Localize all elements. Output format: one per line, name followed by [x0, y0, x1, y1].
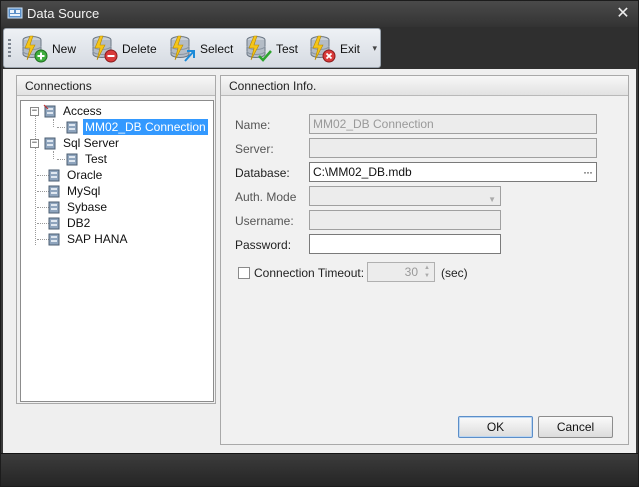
status-bar [1, 453, 638, 486]
new-button-label: New [52, 42, 77, 56]
spin-up-icon[interactable]: ▲ [422, 264, 432, 272]
connections-tree[interactable]: − Access MM02_DB Connection − Sql Server… [20, 100, 214, 402]
auth-mode-label: Auth. Mode [235, 190, 297, 204]
window-title: Data Source [27, 6, 100, 21]
data-source-window: Data Source ✕ New Delete Select Test Exi… [0, 0, 639, 487]
test-button[interactable]: Test [244, 33, 298, 65]
database-icon [44, 137, 56, 150]
toolbar: New Delete Select Test Exit ▾ [3, 28, 381, 68]
exit-button[interactable]: Exit [308, 33, 360, 65]
tree-guide [57, 159, 65, 160]
tree-guide [53, 151, 54, 159]
connection-info-header: Connection Info. [221, 76, 628, 96]
connections-header: Connections [17, 76, 215, 96]
database-field[interactable]: C:\MM02_DB.mdb ··· [309, 162, 597, 182]
database-icon [48, 185, 60, 198]
password-label: Password: [235, 238, 292, 252]
toolbar-overflow-icon[interactable]: ▾ [372, 43, 377, 54]
database-icon [48, 217, 60, 230]
password-field[interactable] [309, 234, 501, 254]
chevron-down-icon: ▼ [488, 195, 496, 204]
name-label: Name: [235, 118, 271, 132]
connections-panel: Connections − Access MM02_DB Connection … [16, 75, 216, 404]
tree-node-mm02-db-connection[interactable]: MM02_DB Connection [65, 119, 208, 135]
tree-node-db2[interactable]: DB2 [47, 215, 92, 231]
tree-node-label: Test [85, 152, 108, 166]
new-button[interactable]: New [20, 33, 76, 65]
connection-timeout-label: Connection Timeout: [254, 266, 365, 280]
tree-node-label: DB2 [67, 216, 91, 230]
tree-guide [57, 127, 65, 128]
browse-button[interactable]: ··· [583, 163, 593, 181]
close-button[interactable]: ✕ [614, 4, 632, 22]
db-exit-icon [310, 35, 336, 63]
server-label: Server: [235, 142, 274, 156]
timeout-unit: (sec) [441, 266, 468, 280]
close-icon: ✕ [616, 3, 630, 22]
tree-guide [53, 119, 54, 127]
select-button[interactable]: Select [168, 33, 233, 65]
title-bar: Data Source ✕ [1, 1, 638, 27]
tree-node-sql-server[interactable]: − Sql Server [30, 135, 121, 151]
tree-node-test[interactable]: Test [65, 151, 109, 167]
tree-node-label: Sql Server [63, 136, 120, 150]
collapse-icon[interactable]: − [30, 138, 39, 148]
delete-button-label: Delete [122, 42, 157, 56]
database-icon [48, 169, 60, 182]
connection-icon [66, 153, 78, 166]
tree-node-label: Oracle [67, 168, 103, 182]
database-icon [48, 201, 60, 214]
data-source-icon [7, 7, 23, 19]
tree-node-access[interactable]: − Access [30, 103, 104, 119]
timeout-value: 30 [404, 265, 418, 279]
db-add-icon [22, 35, 48, 63]
database-label: Database: [235, 166, 290, 180]
cancel-button[interactable]: Cancel [538, 416, 613, 438]
select-button-label: Select [200, 42, 234, 56]
name-field[interactable]: MM02_DB Connection [309, 114, 597, 134]
tree-node-sybase[interactable]: Sybase [47, 199, 109, 215]
toolbar-area: New Delete Select Test Exit ▾ [1, 27, 638, 69]
tree-node-label: MySql [67, 184, 101, 198]
delete-button[interactable]: Delete [90, 33, 157, 65]
database-icon [43, 104, 56, 118]
dialog-content: Connections − Access MM02_DB Connection … [3, 69, 636, 453]
ok-button[interactable]: OK [458, 416, 533, 438]
server-field[interactable] [309, 138, 597, 158]
tree-node-mysql[interactable]: MySql [47, 183, 102, 199]
tree-node-label: SAP HANA [67, 232, 128, 246]
auth-mode-select[interactable]: ▼ [309, 186, 501, 206]
database-value: C:\MM02_DB.mdb [313, 165, 412, 179]
tree-node-label: Sybase [67, 200, 108, 214]
tree-guide [35, 111, 36, 245]
db-delete-icon [92, 35, 118, 63]
database-icon [48, 233, 60, 246]
tree-node-oracle[interactable]: Oracle [47, 167, 104, 183]
tree-node-label: MM02_DB Connection [83, 119, 208, 135]
username-field[interactable] [309, 210, 501, 230]
username-label: Username: [235, 214, 294, 228]
exit-button-label: Exit [340, 42, 361, 56]
timeout-stepper[interactable]: 30 ▲ ▼ [367, 262, 435, 282]
connection-timeout-checkbox[interactable] [238, 267, 250, 279]
db-select-icon [170, 35, 195, 62]
test-button-label: Test [276, 42, 299, 56]
tree-node-sap-hana[interactable]: SAP HANA [47, 231, 129, 247]
toolbar-grip[interactable] [8, 39, 11, 59]
spin-down-icon[interactable]: ▼ [422, 272, 432, 280]
db-test-icon [246, 35, 272, 62]
connection-icon [66, 121, 78, 134]
collapse-icon[interactable]: − [30, 106, 39, 116]
connection-info-panel: Connection Info. Name: MM02_DB Connectio… [220, 75, 629, 445]
tree-node-label: Access [63, 104, 102, 118]
